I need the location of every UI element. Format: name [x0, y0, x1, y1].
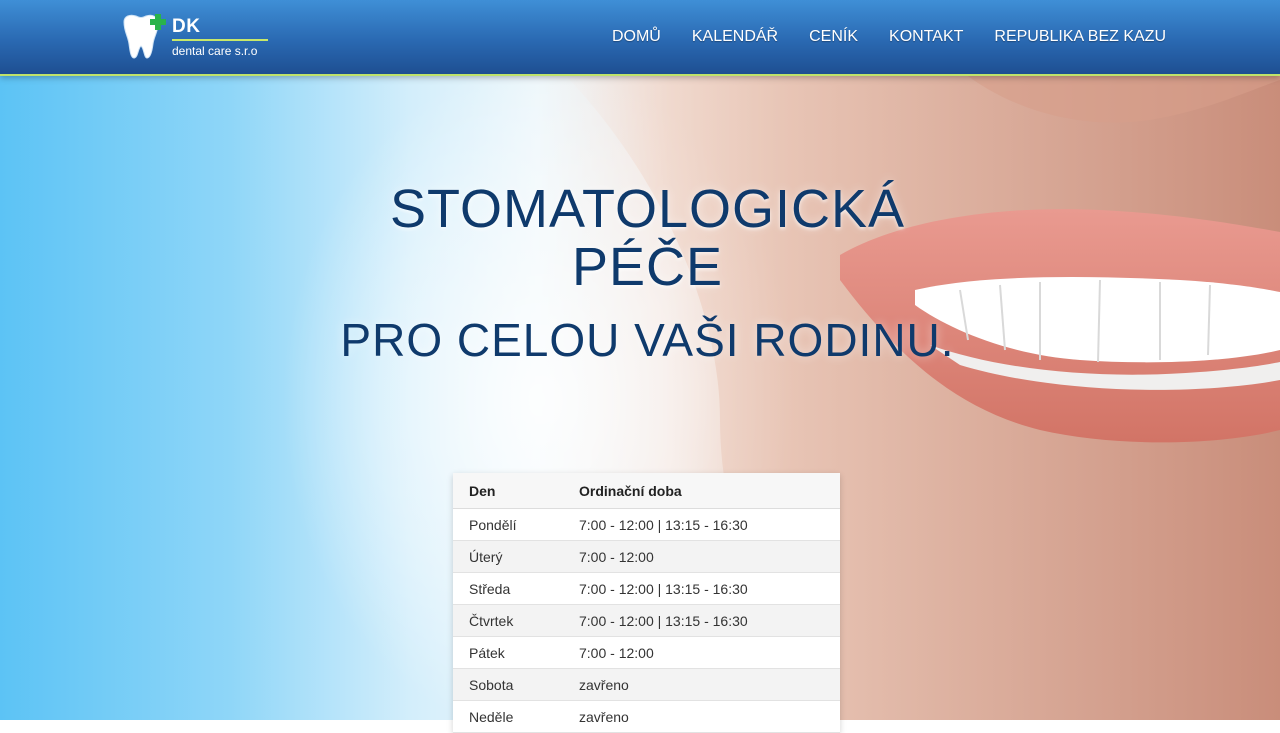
table-row: Čtvrtek 7:00 - 12:00 | 13:15 - 16:30 [453, 604, 840, 637]
hero-subtitle: PRO CELOU VAŠI RODINU. [340, 314, 955, 366]
table-row: Sobota zavřeno [453, 668, 840, 701]
main-nav: DOMŮ KALENDÁŘ CENÍK KONTAKT REPUBLIKA BE… [612, 0, 1166, 74]
column-header-hours: Ordinační doba [563, 473, 840, 509]
brand-name: DK [172, 16, 201, 37]
day-cell: Středa [453, 572, 563, 605]
opening-hours-table: Den Ordinační doba Pondělí 7:00 - 12:00 … [453, 473, 840, 733]
nav-item-republika-bez-kazu[interactable]: REPUBLIKA BEZ KAZU [994, 28, 1166, 46]
table-header-row: Den Ordinační doba [453, 473, 840, 509]
column-header-day: Den [453, 473, 563, 509]
nav-item-contact[interactable]: KONTAKT [889, 28, 963, 46]
day-cell: Pátek [453, 636, 563, 669]
day-cell: Pondělí [453, 508, 563, 541]
brand-subtitle: dental care s.r.o [172, 44, 258, 58]
hours-cell: 7:00 - 12:00 | 13:15 - 16:30 [563, 508, 840, 541]
table-row: Středa 7:00 - 12:00 | 13:15 - 16:30 [453, 572, 840, 605]
hero-title: STOMATOLOGICKÁ PÉČE [389, 179, 906, 297]
site-header: DK dental care s.r.o DOMŮ KALENDÁŘ CENÍK… [0, 0, 1280, 76]
hero-headline: STOMATOLOGICKÁ PÉČE PRO CELOU VAŠI RODIN… [300, 180, 995, 366]
table-row: Pátek 7:00 - 12:00 [453, 636, 840, 669]
brand-divider [172, 39, 268, 41]
logo[interactable]: DK dental care s.r.o [118, 12, 278, 64]
hours-cell: 7:00 - 12:00 | 13:15 - 16:30 [563, 572, 840, 605]
day-cell: Čtvrtek [453, 604, 563, 637]
nav-item-pricing[interactable]: CENÍK [809, 28, 858, 46]
hours-cell: 7:00 - 12:00 | 13:15 - 16:30 [563, 604, 840, 637]
nav-item-home[interactable]: DOMŮ [612, 28, 661, 46]
hours-cell: 7:00 - 12:00 [563, 540, 840, 573]
table-row: Úterý 7:00 - 12:00 [453, 540, 840, 573]
day-cell: Úterý [453, 540, 563, 573]
day-cell: Neděle [453, 700, 563, 733]
table-row: Neděle zavřeno [453, 700, 840, 733]
table-row: Pondělí 7:00 - 12:00 | 13:15 - 16:30 [453, 508, 840, 541]
tooth-plus-icon [123, 14, 166, 59]
nav-item-calendar[interactable]: KALENDÁŘ [692, 28, 778, 46]
hours-cell: zavřeno [563, 700, 840, 733]
day-cell: Sobota [453, 668, 563, 701]
hours-cell: zavřeno [563, 668, 840, 701]
hours-cell: 7:00 - 12:00 [563, 636, 840, 669]
